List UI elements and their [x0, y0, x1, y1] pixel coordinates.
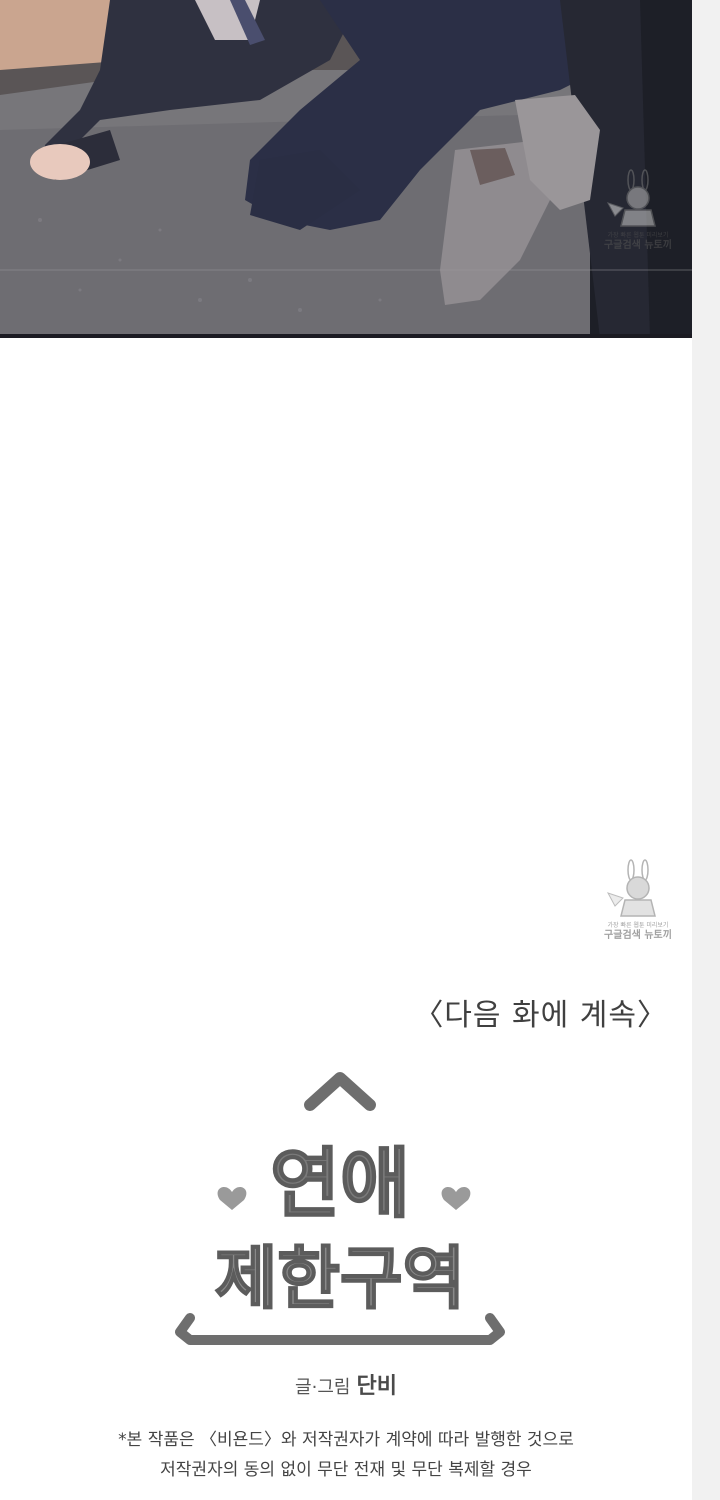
watermark-tagline: 가장 빠른 웹툰 미리보기 [607, 922, 669, 929]
watermark-site: 구글검색 뉴토끼 [604, 240, 672, 251]
bunny-mascot-icon [606, 859, 656, 917]
heart-icon [441, 1186, 471, 1210]
scrollbar-track[interactable] [692, 0, 720, 1500]
credit-label: 글·그림 [295, 1377, 351, 1398]
comic-illustration [0, 0, 692, 338]
heart-icon [217, 1186, 247, 1210]
copyright-notice-line2: 저작권자의 동의 없이 무단 전재 및 무단 복제할 경우 [160, 1460, 532, 1480]
comic-panel [0, 0, 692, 338]
credit-author: 단비 [356, 1374, 397, 1399]
copyright-notice-line1: *본 작품은 〈비욘드〉와 저작권자가 계약에 따라 발행한 것으로 [118, 1430, 574, 1450]
series-logo: 연애 제한구역 [175, 1072, 505, 1345]
panel-border [0, 334, 692, 338]
watermark-site: 구글검색 뉴토끼 [604, 930, 672, 941]
site-watermark: 가장 빠른 웹툰 미리보기 구글검색 뉴토끼 [590, 168, 686, 264]
site-watermark: 가장 빠른 웹툰 미리보기 구글검색 뉴토끼 [590, 858, 686, 954]
bunny-mascot-icon [606, 169, 656, 227]
logo-title-line1: 연애 [270, 1139, 410, 1228]
to-be-continued-text: 〈다음 화에 계속〉 [413, 998, 668, 1033]
logo-title-line2: 제한구역 [215, 1240, 465, 1319]
credit-line: 글·그림 단비 [0, 1368, 692, 1400]
watermark-tagline: 가장 빠른 웹툰 미리보기 [607, 232, 669, 239]
